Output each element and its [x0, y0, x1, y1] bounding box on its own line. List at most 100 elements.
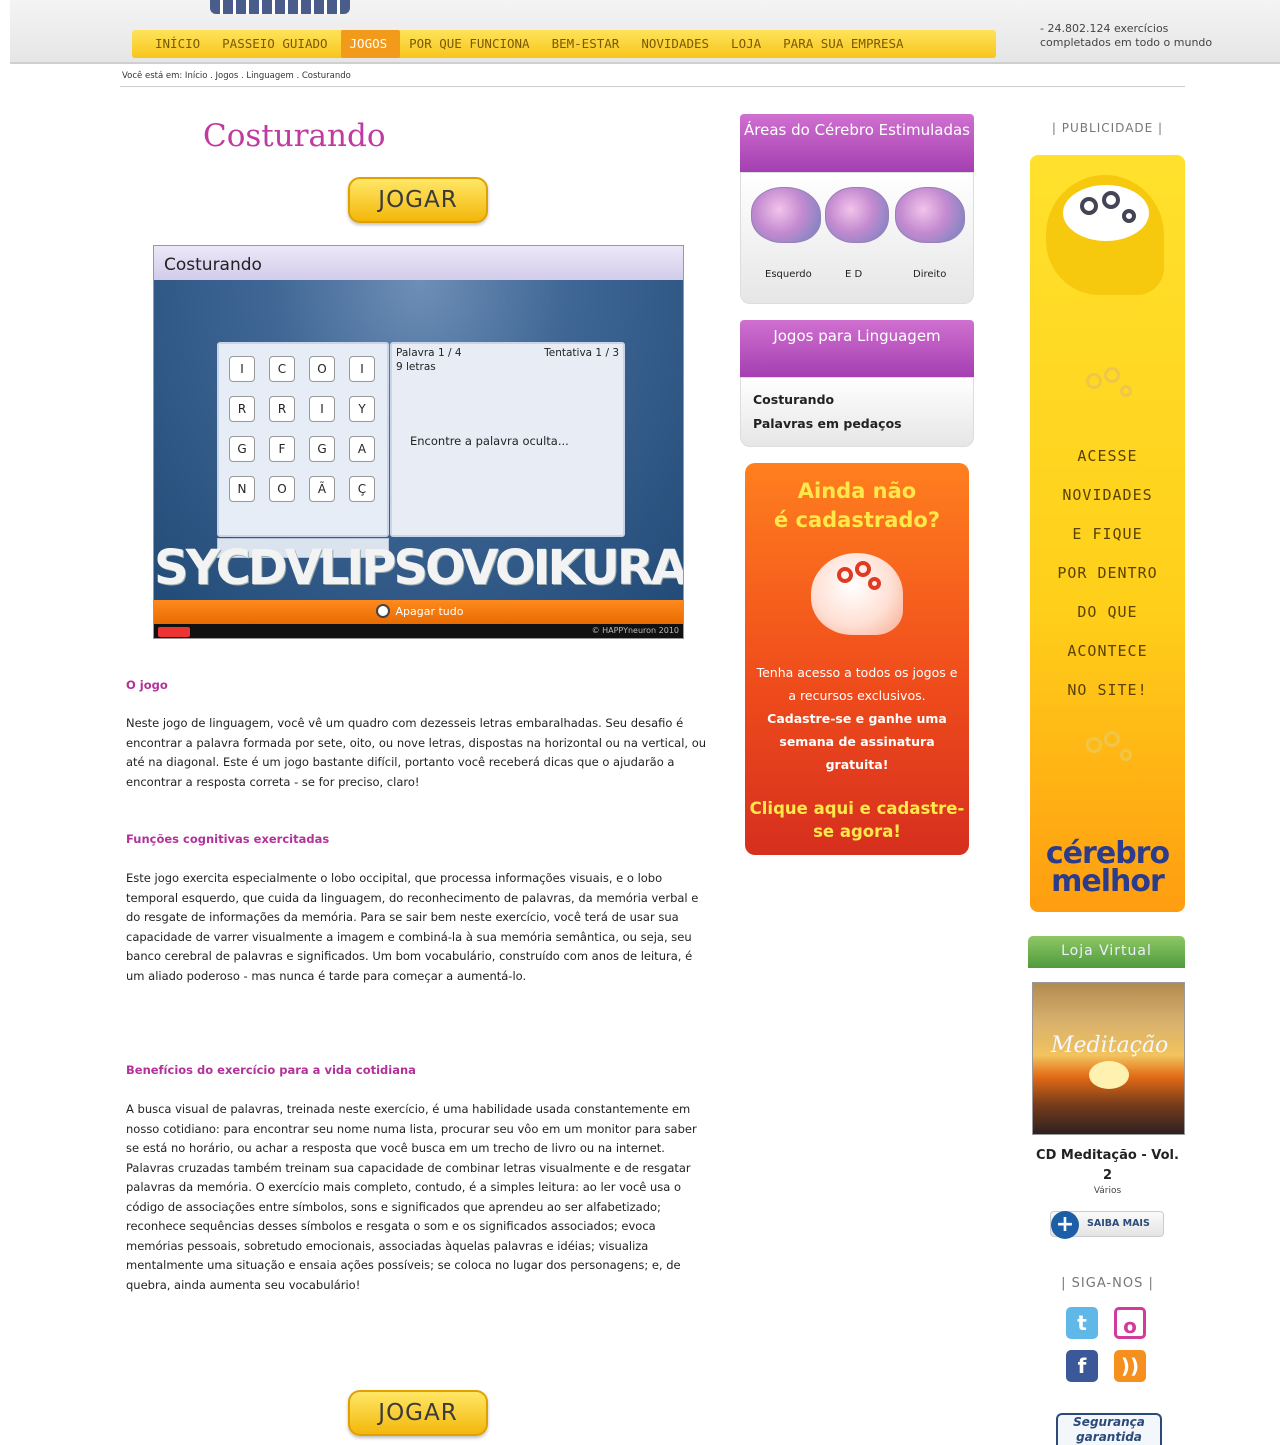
- promo-text: Tenha acesso a todos os jogos e a recurs…: [756, 665, 958, 703]
- gear-icon: [855, 561, 871, 577]
- letter-tile[interactable]: G: [229, 436, 255, 462]
- product-cover[interactable]: Meditação: [1032, 982, 1185, 1135]
- page-title: Costurando: [203, 118, 386, 154]
- letter-tile[interactable]: Ã: [309, 476, 335, 502]
- brain-label-center: E D: [845, 269, 863, 280]
- reset-icon: [375, 604, 390, 618]
- ad-banner[interactable]: ACESSE NOVIDADES E FIQUE POR DENTRO DO Q…: [1030, 155, 1185, 912]
- more-button[interactable]: + SAIBA MAIS: [1050, 1211, 1164, 1239]
- ad-line-4: POR DENTRO: [1057, 564, 1158, 582]
- security-seal: Segurança garantida: [1056, 1413, 1162, 1445]
- facebook-icon[interactable]: f: [1066, 1350, 1098, 1382]
- product-name[interactable]: CD Meditação - Vol. 2: [1030, 1146, 1185, 1186]
- orkut-icon[interactable]: o: [1114, 1307, 1146, 1339]
- gear-icon: [1122, 209, 1136, 223]
- nav-inicio[interactable]: INÍCIO: [146, 30, 213, 58]
- brain-areas-box: Esquerdo E D Direito: [740, 172, 974, 304]
- more-label: SAIBA MAIS: [1087, 1218, 1150, 1229]
- letter-tile[interactable]: I: [349, 356, 375, 382]
- letter-tile[interactable]: N: [229, 476, 255, 502]
- promo-cta[interactable]: Clique aqui e cadastre-se agora!: [745, 797, 969, 843]
- letter-tile[interactable]: O: [269, 476, 295, 502]
- nav-bem-estar[interactable]: BEM-ESTAR: [543, 30, 633, 58]
- section-title-o-jogo: O jogo: [126, 678, 168, 692]
- letter-tile[interactable]: O: [309, 356, 335, 382]
- cover-title: Meditação: [1051, 1033, 1169, 1058]
- games-box: Costurando Palavras em pedaços: [740, 377, 974, 447]
- reset-bar[interactable]: Apagar tudo: [154, 600, 683, 624]
- promo-offer: Cadastre-se e ganhe uma semana de assina…: [767, 711, 947, 772]
- sun-graphic: [1089, 1061, 1129, 1089]
- gear-icon: [837, 567, 853, 583]
- info-panel: Palavra 1 / 4 Tentativa 1 / 3 9 letras E…: [390, 342, 625, 537]
- ad-line-2: NOVIDADES: [1062, 486, 1153, 504]
- gear-icon: [1102, 191, 1120, 209]
- letters-decoration: SYCDVLIPSOVOIKURA: [154, 540, 684, 596]
- signup-promo[interactable]: Ainda não é cadastrado? Tenha acesso a t…: [745, 463, 969, 855]
- product-artist: Vários: [1093, 1186, 1122, 1196]
- brain-label-right: Direito: [913, 269, 947, 280]
- letter-tile[interactable]: R: [229, 396, 255, 422]
- games-box-title: Jogos para Linguagem: [740, 320, 974, 377]
- word-counter: Palavra 1 / 4: [396, 347, 462, 359]
- ad-line-6: ACONTECE: [1067, 642, 1148, 660]
- plus-icon: +: [1051, 1211, 1079, 1239]
- copyright: © HAPPYneuron 2010: [591, 626, 679, 635]
- brand-badge: [158, 627, 190, 637]
- gear-icon: [868, 577, 881, 590]
- letter-tile[interactable]: F: [269, 436, 295, 462]
- section-title-beneficios: Benefícios do exercício para a vida coti…: [126, 1063, 416, 1077]
- promo-title-line2: é cadastrado?: [773, 508, 941, 532]
- ad-line-7: NO SITE!: [1067, 681, 1148, 699]
- hint-message: Encontre a palavra oculta...: [410, 434, 569, 448]
- main-nav: INÍCIO PASSEIO GUIADO JOGOS POR QUE FUNC…: [132, 30, 996, 58]
- game-preview[interactable]: Costurando ICOIRRIYGFGANOÃÇ Palavra 1 / …: [153, 245, 684, 639]
- nav-para-sua-empresa[interactable]: PARA SUA EMPRESA: [774, 30, 916, 58]
- letter-tile[interactable]: I: [229, 356, 255, 382]
- letter-tile[interactable]: Y: [349, 396, 375, 422]
- nav-passeio-guiado[interactable]: PASSEIO GUIADO: [213, 30, 340, 58]
- brand-line-2: melhor: [1051, 864, 1165, 899]
- ad-brand-logo: cérebro melhor: [1030, 839, 1185, 899]
- promo-title-line1: Ainda não: [797, 479, 917, 503]
- ad-line-3: E FIQUE: [1072, 525, 1143, 543]
- letter-tile[interactable]: Ç: [349, 476, 375, 502]
- section-text-funcoes: Este jogo exercita especialmente o lobo …: [126, 871, 699, 983]
- shop-title: Loja Virtual: [1028, 936, 1185, 968]
- site-logo[interactable]: [210, 0, 350, 14]
- breadcrumb: Você está em: Início . Jogos . Linguagem…: [122, 71, 351, 81]
- rss-icon[interactable]: )): [1114, 1350, 1146, 1382]
- top-brain-icon: [825, 187, 889, 243]
- section-text-o-jogo: Neste jogo de linguagem, você vê um quad…: [126, 716, 707, 789]
- gear-icon: [1086, 737, 1102, 753]
- letter-tile[interactable]: G: [309, 436, 335, 462]
- counter-caption: completados em todo o mundo: [1040, 36, 1213, 49]
- letter-tile[interactable]: R: [269, 396, 295, 422]
- nav-loja[interactable]: LOJA: [722, 30, 774, 58]
- twitter-icon[interactable]: t: [1066, 1307, 1098, 1339]
- nav-por-que-funciona[interactable]: POR QUE FUNCIONA: [400, 30, 542, 58]
- right-brain-icon: [895, 187, 965, 243]
- play-button-bottom[interactable]: JOGAR: [348, 1390, 488, 1436]
- counter-value: - 24.802.124: [1040, 22, 1111, 35]
- letter-tile[interactable]: A: [349, 436, 375, 462]
- ad-line-5: DO QUE: [1077, 603, 1138, 621]
- letter-tile[interactable]: C: [269, 356, 295, 382]
- letter-tile[interactable]: I: [309, 396, 335, 422]
- gear-icon: [1120, 749, 1132, 761]
- game-link-costurando[interactable]: Costurando: [753, 392, 834, 407]
- nav-jogos[interactable]: JOGOS: [340, 30, 401, 58]
- game-link-palavras[interactable]: Palavras em pedaços: [753, 416, 902, 431]
- counter-suffix: exercícios: [1113, 22, 1169, 35]
- game-window-title: Costurando: [154, 246, 683, 280]
- gear-icon: [1080, 197, 1098, 215]
- section-title-funcoes: Funções cognitivas exercitadas: [126, 832, 330, 846]
- reset-label: Apagar tudo: [395, 605, 464, 618]
- play-button-top[interactable]: JOGAR: [348, 177, 488, 223]
- letters-count: 9 letras: [396, 361, 436, 373]
- attempt-counter: Tentativa 1 / 3: [544, 347, 619, 359]
- nav-novidades[interactable]: NOVIDADES: [632, 30, 722, 58]
- brain-areas-title: Áreas do Cérebro Estimuladas: [740, 114, 974, 172]
- follow-label: | SIGA-NOS |: [1061, 1276, 1154, 1291]
- game-stage: ICOIRRIYGFGANOÃÇ Palavra 1 / 4 Tentativa…: [154, 280, 684, 600]
